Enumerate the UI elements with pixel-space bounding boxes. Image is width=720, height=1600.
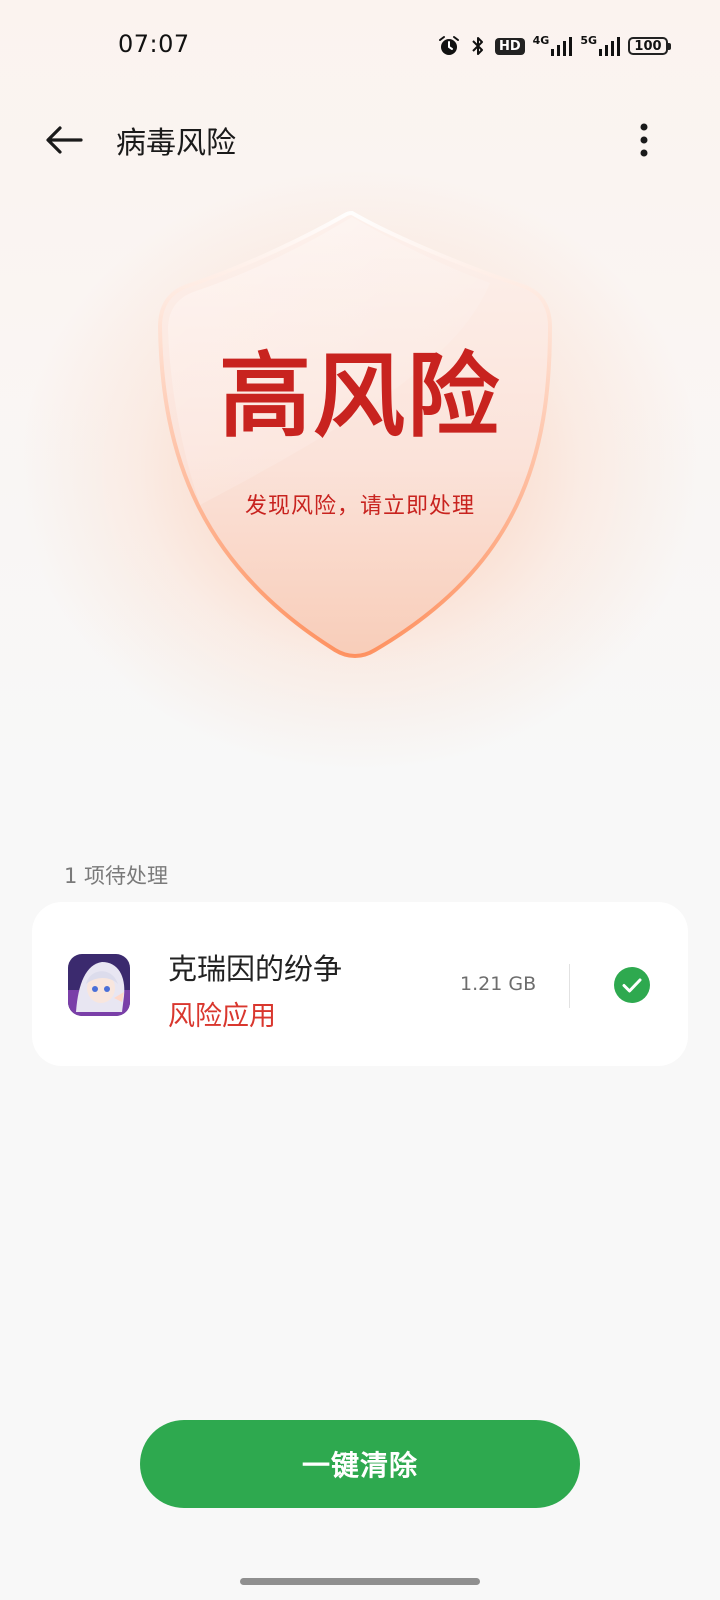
battery-icon: 100 [628,37,671,55]
home-indicator[interactable] [240,1578,480,1585]
more-options-button[interactable] [618,114,670,166]
risk-level-title: 高风险 [218,342,501,450]
game-avatar-icon [68,954,130,1016]
divider [569,964,570,1008]
app-header: 病毒风险 [0,100,720,180]
status-icons: HD 4G 5G 100 [437,30,671,62]
virus-risk-screen: 07:07 HD 4G 5G 100 病毒风险 高风险 发现风险，请立即处理 1… [0,0,720,1600]
page-title: 病毒风险 [116,126,236,161]
app-name: 克瑞因的纷争 [168,952,343,986]
one-click-clean-button[interactable]: 一键清除 [140,1420,580,1508]
more-vertical-icon [640,123,648,157]
signal-5g-label: 5G [580,34,597,47]
hd-icon: HD [494,37,525,55]
alarm-icon [437,34,461,58]
app-icon [68,954,130,1016]
signal-4g-icon [551,37,573,56]
signal-5g-icon [599,37,620,56]
app-risk-label: 风险应用 [168,1001,276,1032]
back-button[interactable] [38,114,90,166]
signal-4g-group: 4G [533,35,573,57]
signal-4g-label: 4G [532,34,550,47]
signal-5g-group: 5G [580,35,620,57]
risk-level-subtitle: 发现风险，请立即处理 [244,494,475,519]
pending-count-label: 1 项待处理 [64,864,169,888]
status-time: 07:07 [118,30,190,58]
arrow-left-icon [46,126,83,154]
bluetooth-icon [469,34,487,58]
status-bar: 07:07 HD 4G 5G 100 [0,0,720,92]
app-size: 1.21 GB [460,973,537,995]
risk-app-card[interactable]: 克瑞因的纷争 风险应用 1.21 GB [32,902,688,1066]
risk-shield: 高风险 发现风险，请立即处理 [140,205,580,675]
app-select-checkbox[interactable] [614,967,650,1003]
check-circle-icon [614,967,650,1003]
